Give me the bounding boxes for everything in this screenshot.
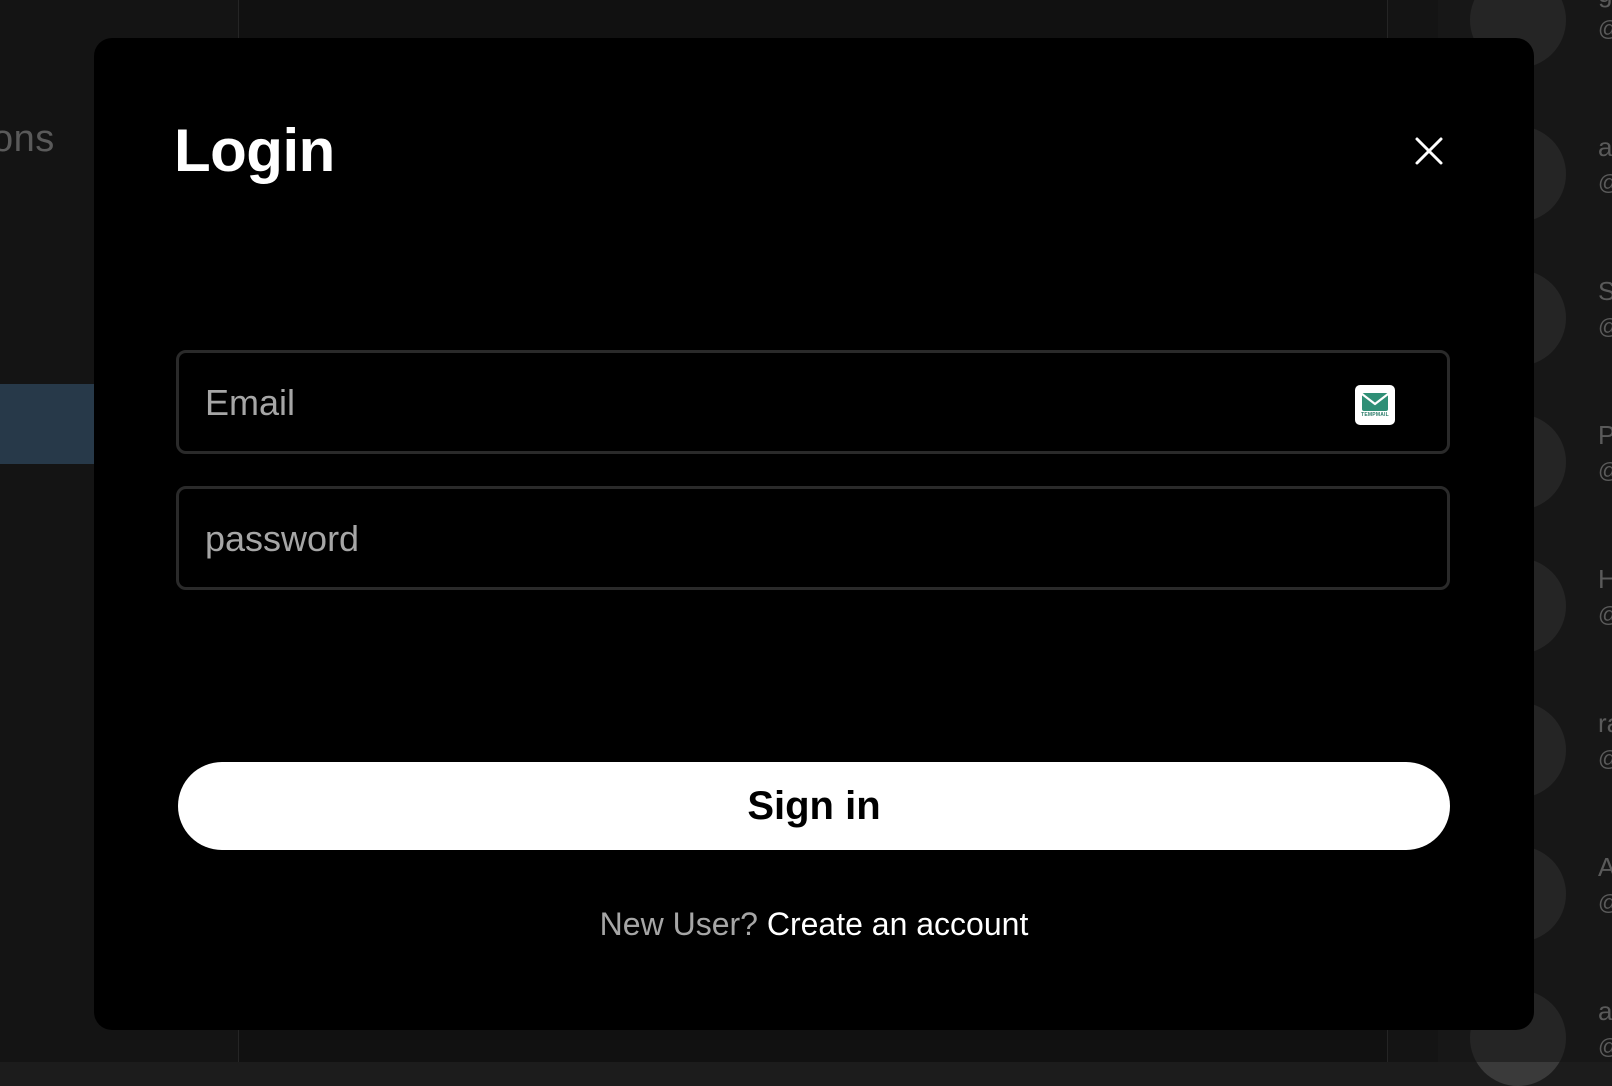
email-field-container: TEMPMAIL	[176, 350, 1450, 454]
modal-title: Login	[174, 117, 335, 184]
login-modal: Login TEMPMAIL Sign in New User? Create …	[94, 38, 1534, 1030]
create-account-link[interactable]: Create an account	[767, 906, 1029, 942]
close-button[interactable]	[1394, 116, 1464, 186]
tempmail-label: TEMPMAIL	[1361, 412, 1389, 418]
close-icon	[1415, 137, 1443, 165]
tempmail-icon	[1361, 393, 1389, 411]
sign-in-button[interactable]: Sign in	[178, 762, 1450, 850]
tempmail-extension-button[interactable]: TEMPMAIL	[1355, 385, 1395, 425]
signup-row: New User? Create an account	[94, 906, 1534, 943]
email-input[interactable]	[203, 353, 1357, 453]
signup-prompt: New User?	[599, 906, 758, 942]
password-field-container	[176, 486, 1450, 590]
password-input[interactable]	[203, 489, 1357, 589]
